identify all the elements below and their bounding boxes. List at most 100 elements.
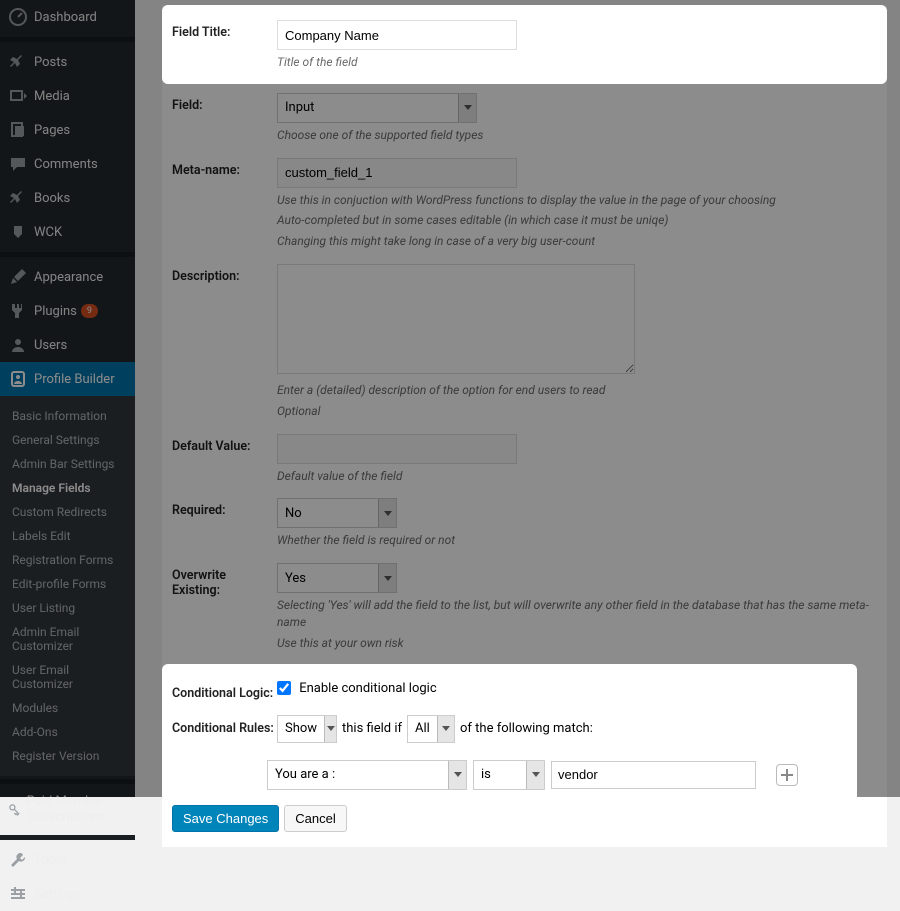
input-rule-value[interactable] — [551, 761, 756, 789]
menu-label: Appearance — [34, 270, 103, 285]
row-conditional-rules: Conditional Rules: Show this field if Al… — [162, 708, 847, 750]
menu-label: Pages — [34, 123, 70, 138]
rule-condition-row: You are a : is — [267, 760, 847, 790]
media-icon — [8, 86, 28, 106]
key-icon — [8, 800, 21, 820]
submenu-basic-info[interactable]: Basic Information — [0, 404, 135, 428]
menu-label: WCK — [34, 225, 62, 240]
menu-label: Paid Member Subscriptions — [27, 794, 127, 825]
label-required: Required: — [172, 498, 277, 518]
menu-label: Users — [34, 338, 67, 353]
submenu-edit-profile-forms[interactable]: Edit-profile Forms — [0, 572, 135, 596]
label-field: Field: — [172, 93, 277, 113]
hint-overwrite2: Use this at your own risk — [277, 635, 877, 652]
menu-label: Dashboard — [34, 10, 97, 25]
submenu-register-version[interactable]: Register Version — [0, 744, 135, 768]
submenu-user-listing[interactable]: User Listing — [0, 596, 135, 620]
menu-pages[interactable]: Pages — [0, 113, 135, 147]
menu-profile-builder[interactable]: Profile Builder — [0, 362, 135, 396]
hint-default-value: Default value of the field — [277, 468, 877, 485]
profile-icon — [8, 369, 28, 389]
row-meta: Meta-name: Use this in conjuction with W… — [162, 151, 887, 257]
submenu-addons[interactable]: Add-Ons — [0, 720, 135, 744]
menu-paid-member[interactable]: Paid Member Subscriptions — [0, 787, 135, 832]
menu-label: Tools — [34, 853, 66, 868]
menu-wck[interactable]: WCK — [0, 215, 135, 249]
select-rule-field[interactable]: You are a : — [267, 760, 467, 790]
select-rule-action[interactable]: Show — [277, 715, 337, 743]
submenu-user-email[interactable]: User Email Customizer — [0, 658, 135, 696]
label-meta: Meta-name: — [172, 158, 277, 178]
add-rule-button[interactable] — [776, 764, 798, 786]
submenu-custom-redirects[interactable]: Custom Redirects — [0, 500, 135, 524]
plugins-badge: 9 — [81, 304, 98, 318]
menu-dashboard[interactable]: Dashboard — [0, 0, 135, 34]
hint-meta2: Auto-completed but in some cases editabl… — [277, 212, 877, 229]
rule-text2: of the following match: — [460, 721, 593, 736]
submenu-general-settings[interactable]: General Settings — [0, 428, 135, 452]
hint-desc1: Enter a (detailed) description of the op… — [277, 382, 877, 399]
label-description: Description: — [172, 264, 277, 284]
submenu-labels-edit[interactable]: Labels Edit — [0, 524, 135, 548]
brush-icon — [8, 267, 28, 287]
checkbox-enable-conditional[interactable] — [277, 681, 291, 695]
input-default-value[interactable] — [277, 434, 517, 464]
chevron-down-icon — [458, 94, 476, 122]
submenu-admin-bar[interactable]: Admin Bar Settings — [0, 452, 135, 476]
chevron-down-icon — [324, 716, 336, 742]
submenu-registration-forms[interactable]: Registration Forms — [0, 548, 135, 572]
select-value: Show — [278, 716, 324, 742]
plug-icon — [8, 301, 28, 321]
row-description: Description: Enter a (detailed) descript… — [162, 257, 887, 427]
select-field-type[interactable]: Input — [277, 93, 477, 123]
input-meta-name[interactable] — [277, 158, 517, 188]
submenu-modules[interactable]: Modules — [0, 696, 135, 720]
row-overwrite: Overwrite Existing: Yes Selecting 'Yes' … — [162, 556, 887, 658]
menu-label: Media — [34, 89, 70, 104]
select-rule-operator[interactable]: is — [473, 760, 545, 790]
user-icon — [8, 335, 28, 355]
menu-tools[interactable]: Tools — [0, 843, 135, 877]
hint-field-title: Title of the field — [277, 54, 872, 71]
chevron-down-icon — [526, 761, 544, 789]
cancel-button[interactable]: Cancel — [284, 805, 346, 832]
save-button[interactable]: Save Changes — [172, 805, 279, 832]
admin-sidebar: Dashboard Posts Media Pages Comments Boo… — [0, 0, 135, 797]
hint-overwrite1: Selecting 'Yes' will add the field to th… — [277, 597, 877, 631]
pin-icon — [8, 52, 28, 72]
row-field-title: Field Title: Title of the field — [162, 13, 882, 78]
menu-posts[interactable]: Posts — [0, 45, 135, 79]
select-value: You are a : — [268, 761, 448, 789]
label-overwrite: Overwrite Existing: — [172, 563, 277, 598]
menu-plugins[interactable]: Plugins 9 — [0, 294, 135, 328]
hint-meta1: Use this in conjuction with WordPress fu… — [277, 192, 877, 209]
label-field-title: Field Title: — [172, 20, 277, 40]
submenu-manage-fields[interactable]: Manage Fields — [0, 476, 135, 500]
select-value: All — [408, 716, 437, 742]
checkbox-label: Enable conditional logic — [299, 681, 436, 696]
input-field-title[interactable] — [277, 20, 517, 50]
menu-media[interactable]: Media — [0, 79, 135, 113]
menu-books[interactable]: Books — [0, 181, 135, 215]
select-overwrite[interactable]: Yes — [277, 563, 397, 593]
rule-text1: this field if — [342, 721, 402, 736]
hint-field: Choose one of the supported field types — [277, 127, 877, 144]
label-conditional-logic: Conditional Logic: — [172, 681, 277, 701]
select-rule-match[interactable]: All — [407, 715, 455, 743]
menu-label: Books — [34, 191, 70, 206]
label-conditional-rules: Conditional Rules: — [172, 721, 277, 736]
menu-comments[interactable]: Comments — [0, 147, 135, 181]
comment-icon — [8, 154, 28, 174]
hint-required: Whether the field is required or not — [277, 532, 877, 549]
textarea-description[interactable] — [277, 264, 635, 374]
menu-settings[interactable]: Settings — [0, 877, 135, 911]
row-conditional-logic: Conditional Logic: Enable conditional lo… — [162, 674, 847, 708]
chevron-down-icon — [378, 499, 396, 527]
menu-appearance[interactable]: Appearance — [0, 260, 135, 294]
submenu-admin-email[interactable]: Admin Email Customizer — [0, 620, 135, 658]
menu-label: Plugins — [34, 304, 77, 319]
row-default-value: Default Value: Default value of the fiel… — [162, 427, 887, 492]
menu-users[interactable]: Users — [0, 328, 135, 362]
select-required[interactable]: No — [277, 498, 397, 528]
select-value: No — [278, 499, 378, 527]
